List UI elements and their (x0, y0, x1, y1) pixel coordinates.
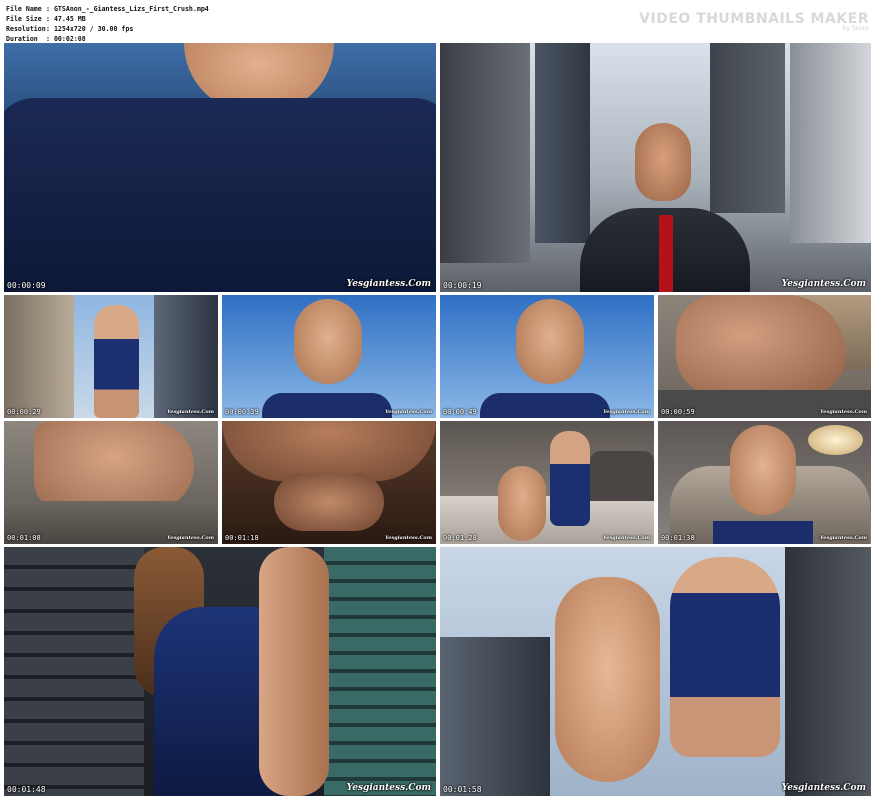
timestamp: 00:00:09 (7, 281, 46, 290)
file-info-key: File Name (6, 5, 42, 13)
watermark: Yesgiantess.Com (346, 783, 431, 793)
dress-image (262, 393, 392, 418)
file-info-value: : 47.45 MB (46, 15, 86, 23)
building-image (785, 547, 871, 796)
file-info-key: Resolution (6, 25, 46, 33)
timestamp: 00:01:58 (443, 785, 482, 794)
building-image (324, 547, 436, 796)
watermark: Yesgiantess.Com (603, 535, 650, 541)
building-image (4, 547, 144, 796)
timestamp: 00:01:48 (7, 785, 46, 794)
thumbnail-frame[interactable]: 00:00:49 Yesgiantess.Com (440, 295, 654, 418)
thumbnail-frame[interactable]: 00:00:29 Yesgiantess.Com (4, 295, 218, 418)
timestamp: 00:00:19 (443, 281, 482, 290)
thumbnail-frame[interactable]: 00:00:59 Yesgiantess.Com (658, 295, 871, 418)
foot-image (676, 295, 846, 395)
timestamp: 00:01:38 (661, 534, 695, 542)
thumbnail-frame[interactable]: 00:01:18 Yesgiantess.Com (222, 421, 436, 544)
chandelier-image (808, 425, 863, 455)
watermark: Yesgiantess.Com (781, 783, 866, 793)
building-image (154, 295, 218, 418)
watermark: Yesgiantess.Com (346, 279, 431, 289)
timestamp: 00:00:59 (661, 408, 695, 416)
file-info-value: : 00:02:08 (46, 35, 86, 43)
brand-name: VIDEO THUMBNAILS MAKER (639, 11, 869, 27)
thumbnail-frame[interactable]: 00:00:39 Yesgiantess.Com (222, 295, 436, 418)
file-info-value: : GTSAnon_-_Giantess_Lizs_First_Crush.mp… (46, 5, 209, 13)
brand-logo: VIDEO THUMBNAILS MAKER by Scorp (639, 11, 869, 32)
man-face-image (274, 473, 384, 531)
file-info-value: : 1254x720 / 30.00 fps (46, 25, 134, 33)
dress-image (713, 521, 813, 544)
woman-image (94, 305, 139, 418)
watermark: Yesgiantess.Com (820, 409, 867, 415)
file-info-key: File Size (6, 15, 42, 23)
building-image (440, 637, 550, 796)
timestamp: 00:00:39 (225, 408, 259, 416)
timestamp: 00:01:18 (225, 534, 259, 542)
thumbnail-frame[interactable]: 00:01:58 Yesgiantess.Com (440, 547, 871, 796)
arm-image (259, 547, 329, 796)
timestamp: 00:00:49 (443, 408, 477, 416)
man-tie-image (659, 215, 673, 292)
watermark: Yesgiantess.Com (167, 535, 214, 541)
thumbnail-frame[interactable]: 00:00:09 Yesgiantess.Com (4, 43, 436, 292)
timestamp: 00:00:29 (7, 408, 41, 416)
thumbnail-frame[interactable]: 00:01:08 Yesgiantess.Com (4, 421, 218, 544)
file-info-row: File Size : 47.45 MB (6, 14, 209, 24)
watermark: Yesgiantess.Com (167, 409, 214, 415)
thumbnail-frame[interactable]: 00:01:28 Yesgiantess.Com (440, 421, 654, 544)
dress-image (480, 393, 610, 418)
building-image (790, 43, 871, 243)
building-image (4, 295, 74, 418)
file-info: File Name : GTSAnon_-_Giantess_Lizs_First… (6, 4, 209, 44)
woman-image (670, 557, 780, 757)
watermark: Yesgiantess.Com (820, 535, 867, 541)
face-image (730, 425, 796, 515)
woman-image (550, 431, 590, 526)
timestamp: 00:01:28 (443, 534, 477, 542)
foot-sole-image (555, 577, 660, 782)
file-info-row: Resolution: 1254x720 / 30.00 fps (6, 24, 209, 34)
file-info-row: File Name : GTSAnon_-_Giantess_Lizs_First… (6, 4, 209, 14)
foot-image (34, 421, 194, 511)
thumbnail-frame[interactable]: 00:00:19 Yesgiantess.Com (440, 43, 871, 292)
foot-image (222, 421, 436, 481)
building-image (440, 43, 530, 263)
watermark: Yesgiantess.Com (385, 535, 432, 541)
feet-image (498, 466, 546, 541)
thumbnail-frame[interactable]: 00:01:38 Yesgiantess.Com (658, 421, 871, 544)
thumbnail-frame[interactable]: 00:01:48 Yesgiantess.Com (4, 547, 436, 796)
dress-image (4, 98, 436, 292)
watermark: Yesgiantess.Com (781, 279, 866, 289)
face-image (294, 299, 362, 384)
man-head-image (635, 123, 691, 201)
building-image (535, 43, 590, 243)
headboard-image (590, 451, 654, 501)
building-image (710, 43, 785, 213)
face-image (516, 299, 584, 384)
timestamp: 00:01:08 (7, 534, 41, 542)
watermark: Yesgiantess.Com (603, 409, 650, 415)
watermark: Yesgiantess.Com (385, 409, 432, 415)
